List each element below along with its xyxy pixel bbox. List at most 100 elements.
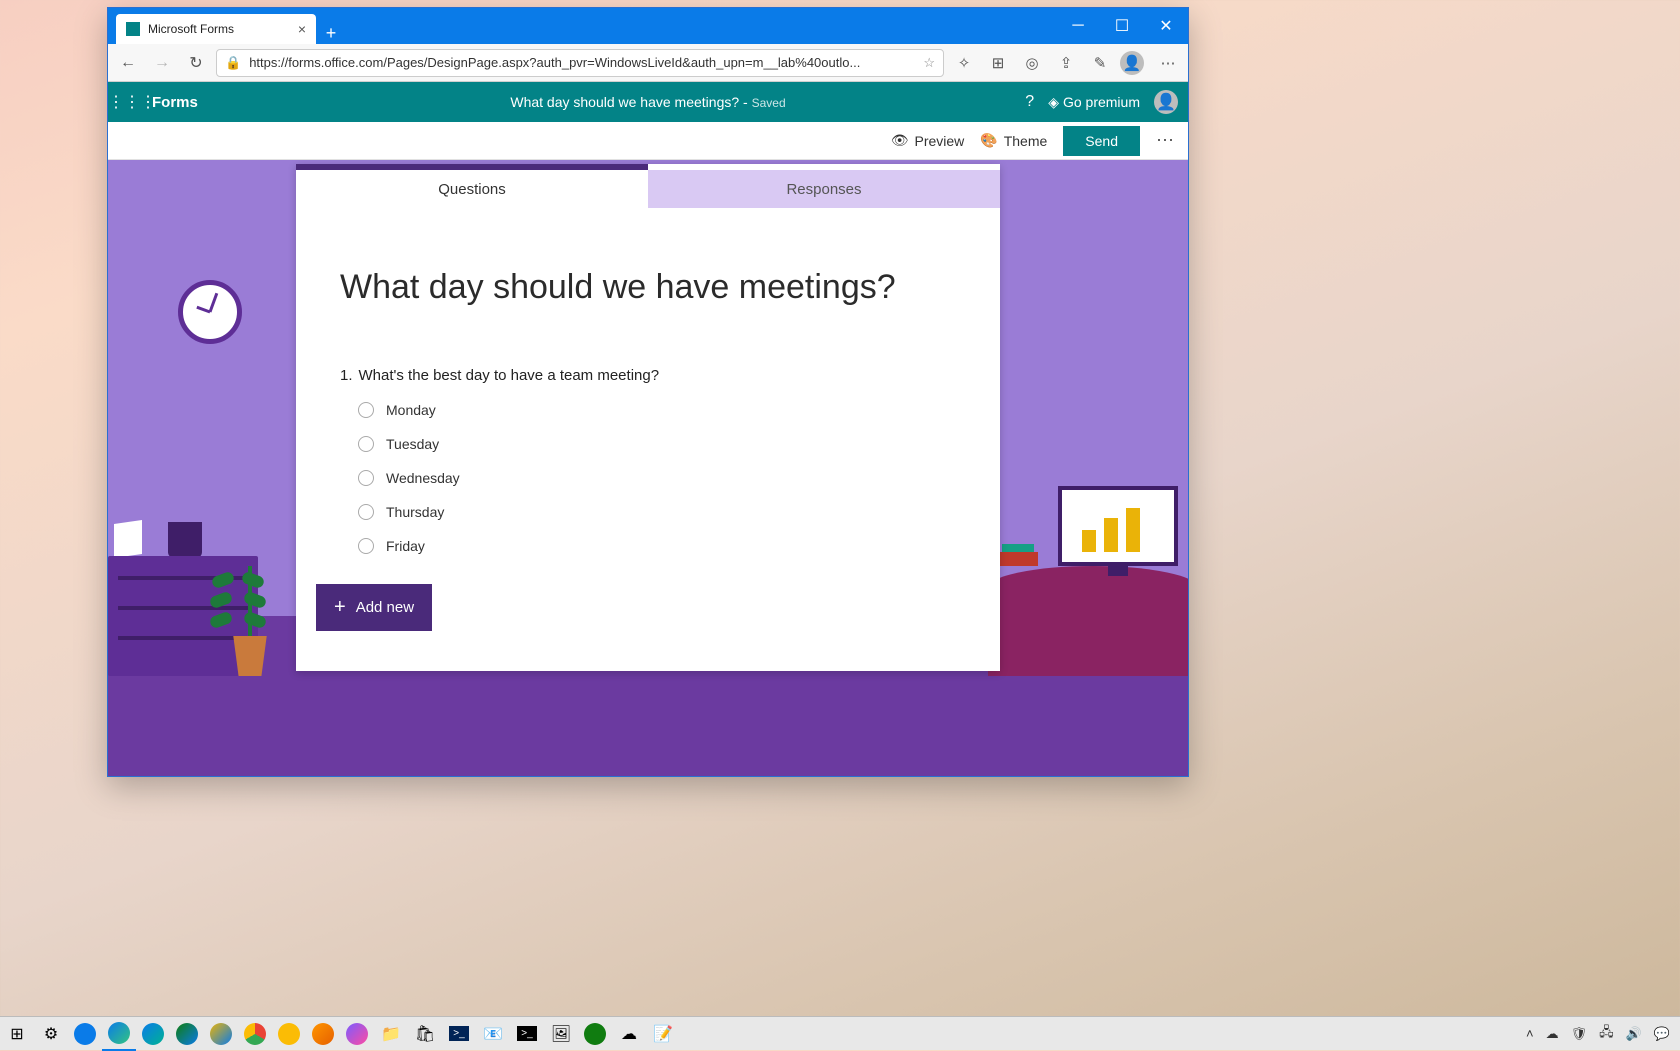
- option-label: Thursday: [386, 504, 444, 520]
- minimize-button[interactable]: ─: [1056, 8, 1100, 44]
- tray-security-icon[interactable]: 🛡: [1571, 1026, 1588, 1042]
- taskbar-app-explorer[interactable]: 📁: [374, 1017, 408, 1051]
- eye-icon: 👁: [891, 132, 909, 149]
- browser-tab[interactable]: Microsoft Forms ×: [116, 14, 316, 44]
- command-bar: 👁 Preview 🎨 Theme Send ⋯: [108, 122, 1188, 160]
- taskbar-app-phone[interactable]: [68, 1017, 102, 1051]
- user-avatar[interactable]: 👤: [1154, 90, 1178, 114]
- form-canvas: Questions Responses What day should we h…: [108, 160, 1188, 776]
- new-tab-button[interactable]: +: [316, 23, 346, 44]
- browser-menu-icon[interactable]: ⋯: [1154, 54, 1182, 72]
- tab-title: Microsoft Forms: [148, 22, 290, 36]
- close-window-button[interactable]: ✕: [1144, 8, 1188, 44]
- taskbar-app-edge-canary[interactable]: [204, 1017, 238, 1051]
- star-icon[interactable]: ☆: [923, 55, 935, 71]
- taskbar-app-edge[interactable]: [102, 1017, 136, 1051]
- forward-button[interactable]: →: [148, 54, 176, 72]
- settings-icon[interactable]: ⚙: [34, 1017, 68, 1051]
- send-label: Send: [1085, 133, 1118, 149]
- option-row[interactable]: Wednesday: [358, 470, 956, 486]
- extension1-icon[interactable]: ◎: [1018, 54, 1046, 72]
- radio-icon: [358, 538, 374, 554]
- taskbar-app-edge-dev[interactable]: [170, 1017, 204, 1051]
- option-row[interactable]: Tuesday: [358, 436, 956, 452]
- profile-avatar[interactable]: 👤: [1120, 51, 1148, 75]
- tray-notifications-icon[interactable]: 💬: [1654, 1026, 1670, 1042]
- tray-chevron-icon[interactable]: ˄: [1526, 1026, 1534, 1041]
- tab-responses[interactable]: Responses: [648, 170, 1000, 208]
- option-label: Friday: [386, 538, 425, 554]
- radio-icon: [358, 402, 374, 418]
- go-premium-button[interactable]: ◈ Go premium: [1048, 94, 1140, 111]
- preview-label: Preview: [914, 133, 964, 149]
- option-label: Monday: [386, 402, 436, 418]
- tray-network-icon[interactable]: 🖧: [1599, 1023, 1614, 1045]
- app-name[interactable]: Forms: [152, 94, 198, 111]
- option-row[interactable]: Thursday: [358, 504, 956, 520]
- share-icon[interactable]: ⇪: [1052, 54, 1080, 72]
- taskbar-app-firefox[interactable]: [306, 1017, 340, 1051]
- form-title[interactable]: What day should we have meetings?: [340, 268, 956, 307]
- clock-illustration: [178, 280, 242, 344]
- back-button[interactable]: ←: [114, 54, 142, 72]
- taskbar-app-store[interactable]: 🛍: [408, 1017, 442, 1051]
- taskbar-app-firefox-dev[interactable]: [340, 1017, 374, 1051]
- refresh-button[interactable]: ↻: [182, 53, 210, 73]
- premium-label: Go premium: [1063, 94, 1140, 110]
- monitor-illustration: [1058, 486, 1178, 566]
- radio-icon: [358, 504, 374, 520]
- forms-favicon: [126, 22, 140, 36]
- taskbar-app-powershell[interactable]: >_: [442, 1017, 476, 1051]
- windows-taskbar: ⊞ ⚙ 📁 🛍 >_ 📧 >_ 🖼 ☁ 📝 ˄ ☁ 🛡 🖧 🔊 💬: [0, 1016, 1680, 1050]
- lock-icon: 🔒: [225, 55, 241, 71]
- taskbar-app-terminal[interactable]: >_: [510, 1017, 544, 1051]
- taskbar-app-xbox[interactable]: [578, 1017, 612, 1051]
- tray-volume-icon[interactable]: 🔊: [1626, 1026, 1642, 1042]
- address-bar-row: ← → ↻ 🔒 https://forms.office.com/Pages/D…: [108, 44, 1188, 82]
- options-list: Monday Tuesday Wednesday Thursday Friday: [358, 402, 956, 554]
- saved-label: Saved: [752, 96, 786, 110]
- window-controls: ─ ☐ ✕: [1056, 8, 1188, 44]
- taskbar-app-photos[interactable]: 🖼: [544, 1017, 578, 1051]
- taskbar-app-mail[interactable]: 📧: [476, 1017, 510, 1051]
- option-label: Tuesday: [386, 436, 439, 452]
- help-icon[interactable]: ?: [1025, 93, 1034, 111]
- preview-button[interactable]: 👁 Preview: [891, 132, 965, 149]
- add-new-button[interactable]: + Add new: [316, 584, 432, 631]
- question-text: What's the best day to have a team meeti…: [359, 367, 660, 384]
- add-new-label: Add new: [356, 599, 414, 616]
- titlebar: Microsoft Forms × + ─ ☐ ✕: [108, 8, 1188, 44]
- tab-questions[interactable]: Questions: [296, 170, 648, 208]
- taskbar-app-notepad[interactable]: 📝: [646, 1017, 680, 1051]
- taskbar-app-chrome-canary[interactable]: [272, 1017, 306, 1051]
- theme-button[interactable]: 🎨 Theme: [980, 132, 1047, 149]
- address-bar[interactable]: 🔒 https://forms.office.com/Pages/DesignP…: [216, 49, 944, 77]
- doc-title-text: What day should we have meetings?: [510, 94, 739, 110]
- system-tray: ˄ ☁ 🛡 🖧 🔊 💬: [1516, 1023, 1680, 1045]
- palette-icon: 🎨: [980, 132, 997, 149]
- maximize-button[interactable]: ☐: [1100, 8, 1144, 44]
- taskbar-app-onedrive[interactable]: ☁: [612, 1017, 646, 1051]
- favorites-icon[interactable]: ✧: [950, 54, 978, 72]
- taskbar-app-chrome[interactable]: [238, 1017, 272, 1051]
- tab-close-icon[interactable]: ×: [298, 21, 306, 37]
- radio-icon: [358, 470, 374, 486]
- url-text: https://forms.office.com/Pages/DesignPag…: [249, 55, 915, 70]
- collections-icon[interactable]: ⊞: [984, 54, 1012, 72]
- theme-label: Theme: [1004, 133, 1048, 149]
- option-row[interactable]: Monday: [358, 402, 956, 418]
- start-button[interactable]: ⊞: [0, 1017, 34, 1051]
- forms-app-bar: ⋮⋮⋮ Forms What day should we have meetin…: [108, 82, 1188, 122]
- send-button[interactable]: Send: [1063, 126, 1140, 156]
- question-block[interactable]: 1. What's the best day to have a team me…: [340, 367, 956, 554]
- tray-onedrive-icon[interactable]: ☁: [1546, 1026, 1559, 1042]
- option-row[interactable]: Friday: [358, 538, 956, 554]
- taskbar-app-edge-beta[interactable]: [136, 1017, 170, 1051]
- option-label: Wednesday: [386, 470, 460, 486]
- extension2-icon[interactable]: ✎: [1086, 54, 1114, 72]
- diamond-icon: ◈: [1048, 94, 1059, 111]
- question-number: 1.: [340, 367, 353, 384]
- more-options-icon[interactable]: ⋯: [1156, 130, 1176, 151]
- waffle-icon[interactable]: ⋮⋮⋮: [108, 92, 148, 112]
- radio-icon: [358, 436, 374, 452]
